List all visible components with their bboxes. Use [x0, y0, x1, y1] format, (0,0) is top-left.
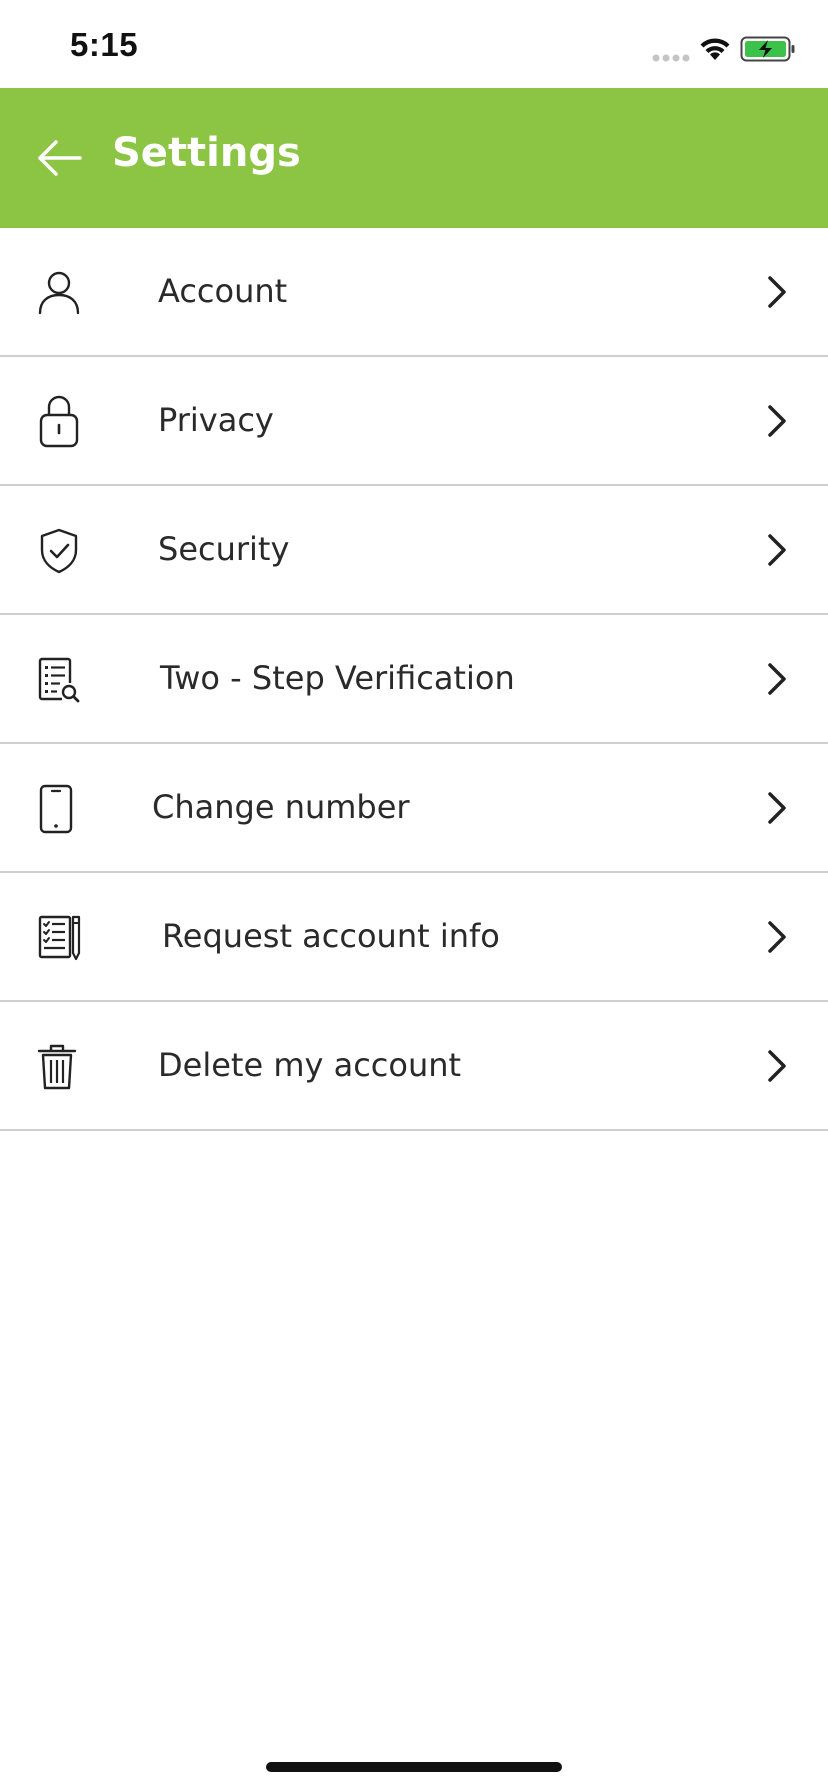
app-header: Settings [0, 88, 828, 228]
settings-list: Account Privacy Security Two - Step Veri… [0, 228, 828, 1131]
trash-icon [37, 1044, 77, 1090]
settings-item-request-account-info[interactable]: Request account info [0, 873, 828, 1002]
chevron-right-icon [768, 1050, 786, 1082]
chevron-right-icon [768, 534, 786, 566]
settings-item-account[interactable]: Account [0, 228, 828, 357]
settings-item-delete-my-account[interactable]: Delete my account [0, 1002, 828, 1131]
chevron-right-icon [768, 405, 786, 437]
settings-item-label: Change number [152, 788, 410, 826]
settings-item-privacy[interactable]: Privacy [0, 357, 828, 486]
user-icon [38, 271, 80, 315]
settings-item-label: Two - Step Verification [160, 659, 515, 697]
settings-screen: 5:15 Settings Account Privacy Security T… [0, 0, 828, 1792]
page-title: Settings [112, 130, 301, 176]
settings-item-label: Security [158, 530, 290, 568]
lock-icon [39, 395, 79, 448]
settings-item-label: Request account info [162, 917, 500, 955]
settings-item-security[interactable]: Security [0, 486, 828, 615]
settings-item-label: Privacy [158, 401, 274, 439]
chevron-right-icon [768, 921, 786, 953]
wifi-icon [700, 38, 730, 60]
shield-check-icon [40, 528, 78, 574]
settings-item-change-number[interactable]: Change number [0, 744, 828, 873]
status-time: 5:15 [70, 26, 139, 63]
battery-charging-icon [740, 36, 795, 62]
settings-item-two-step-verification[interactable]: Two - Step Verification [0, 615, 828, 744]
cellular-signal-icon [652, 54, 690, 62]
checklist-icon [38, 915, 81, 961]
chevron-right-icon [768, 792, 786, 824]
settings-item-label: Delete my account [158, 1046, 462, 1084]
phone-icon [39, 784, 73, 834]
chevron-right-icon [768, 663, 786, 695]
status-bar: 5:15 [0, 0, 828, 88]
document-search-icon [38, 657, 80, 703]
chevron-right-icon [768, 276, 786, 308]
home-indicator[interactable] [266, 1762, 562, 1772]
back-arrow-icon[interactable] [30, 130, 90, 186]
settings-item-label: Account [158, 272, 288, 310]
